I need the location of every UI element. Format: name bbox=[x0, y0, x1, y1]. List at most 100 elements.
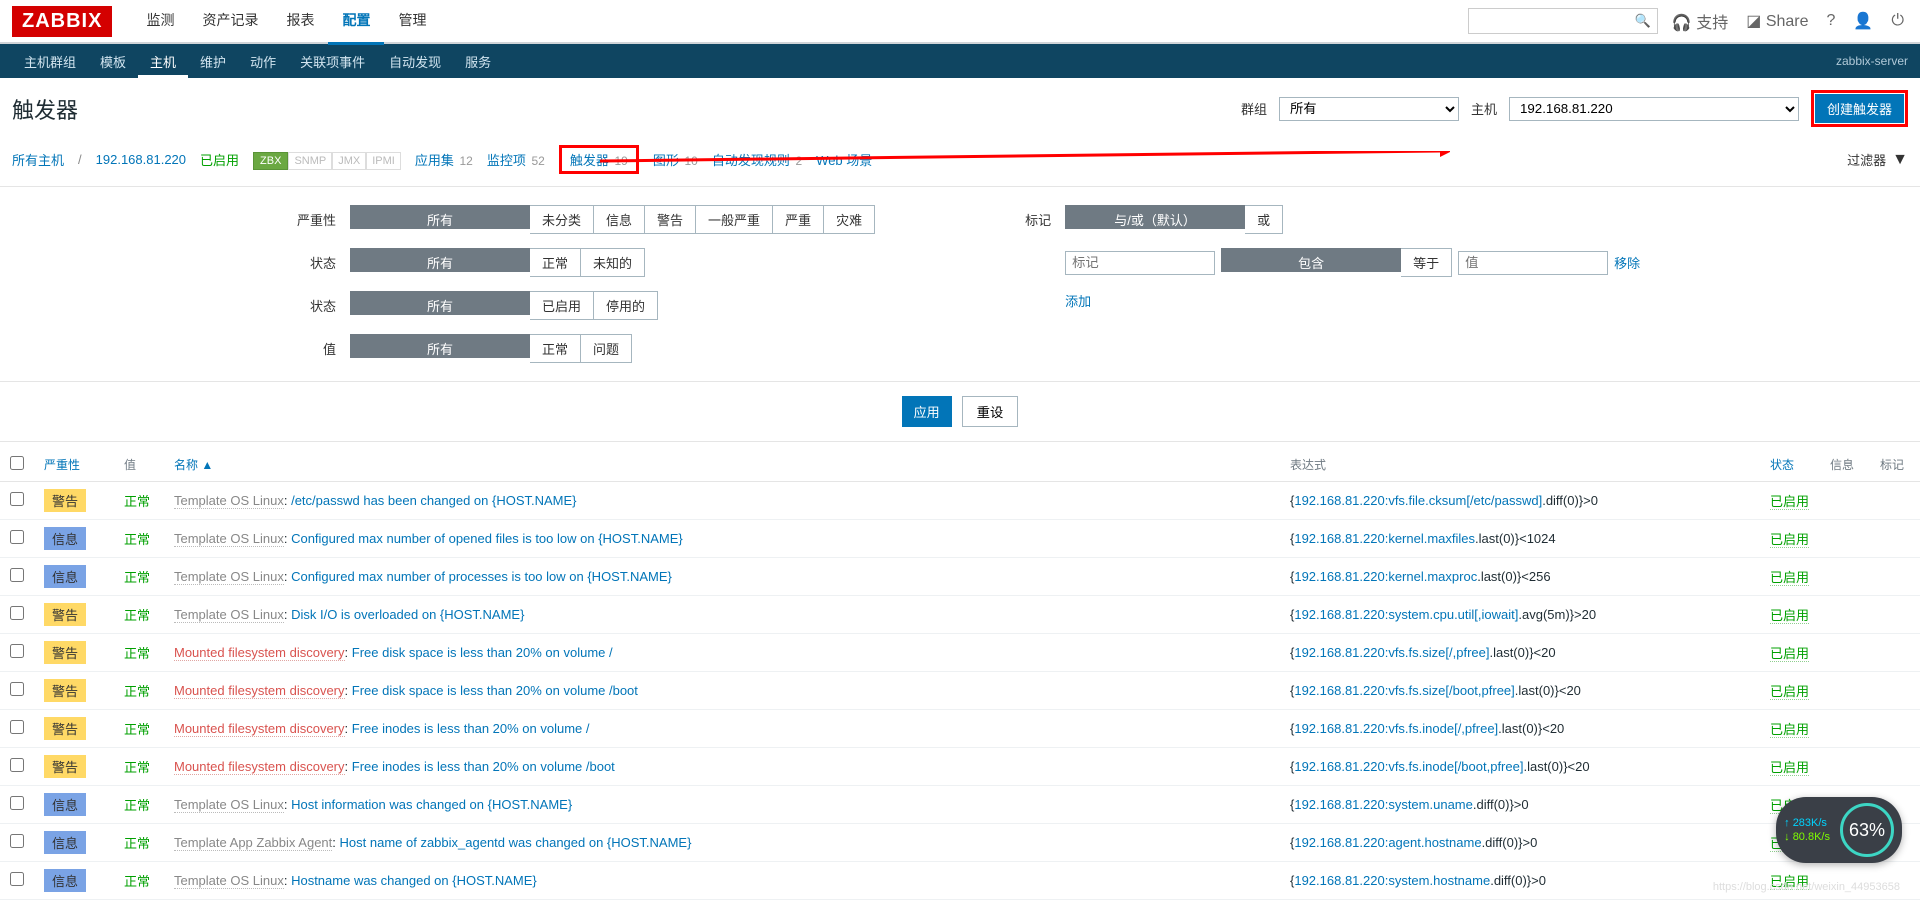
status-group[interactable]: 所有已启用停用的 bbox=[350, 291, 658, 320]
state-grp-opt-0[interactable]: 所有 bbox=[350, 248, 530, 272]
tag-mode-opt-1[interactable]: 或 bbox=[1245, 205, 1283, 234]
status-link[interactable]: 已启用 bbox=[1770, 760, 1809, 776]
expression-link[interactable]: 192.168.81.220:system.hostname bbox=[1294, 873, 1490, 888]
value-grp-opt-2[interactable]: 问题 bbox=[581, 334, 632, 363]
trigger-source[interactable]: Template OS Linux bbox=[174, 607, 284, 623]
expression-link[interactable]: 192.168.81.220:kernel.maxfiles bbox=[1294, 531, 1475, 546]
topnav-1[interactable]: 资产记录 bbox=[188, 0, 272, 42]
trigger-source[interactable]: Template OS Linux bbox=[174, 797, 284, 813]
state-grp-opt-2[interactable]: 未知的 bbox=[581, 248, 645, 277]
topnav-4[interactable]: 管理 bbox=[384, 0, 440, 42]
trigger-source[interactable]: Mounted filesystem discovery bbox=[174, 645, 345, 661]
trigger-name-link[interactable]: Free disk space is less than 20% on volu… bbox=[352, 683, 638, 698]
value-grp-opt-1[interactable]: 正常 bbox=[530, 334, 581, 363]
col-name[interactable]: 名称 ▲ bbox=[174, 458, 213, 472]
sev-grp-opt-1[interactable]: 未分类 bbox=[530, 205, 594, 234]
filter-icon[interactable]: ▼ bbox=[1892, 151, 1908, 169]
sev-grp-opt-2[interactable]: 信息 bbox=[594, 205, 645, 234]
sev-grp-opt-4[interactable]: 一般严重 bbox=[696, 205, 773, 234]
trigger-source[interactable]: Mounted filesystem discovery bbox=[174, 759, 345, 775]
trigger-source[interactable]: Mounted filesystem discovery bbox=[174, 721, 345, 737]
status-link[interactable]: 已启用 bbox=[1770, 722, 1809, 738]
tag-op-opt-1[interactable]: 等于 bbox=[1401, 248, 1452, 277]
trigger-source[interactable]: Template App Zabbix Agent bbox=[174, 835, 332, 851]
trigger-source[interactable]: Template OS Linux bbox=[174, 873, 284, 889]
trigger-name-link[interactable]: Hostname was changed on {HOST.NAME} bbox=[291, 873, 537, 888]
sev-grp-opt-0[interactable]: 所有 bbox=[350, 205, 530, 229]
value-grp-opt-0[interactable]: 所有 bbox=[350, 334, 530, 358]
trigger-name-link[interactable]: Free inodes is less than 20% on volume / bbox=[352, 721, 590, 736]
row-checkbox[interactable] bbox=[10, 872, 24, 886]
topnav-3[interactable]: 配置 bbox=[328, 0, 384, 45]
subnav-1[interactable]: 模板 bbox=[88, 47, 138, 78]
row-checkbox[interactable] bbox=[10, 682, 24, 696]
host-link-ip[interactable]: 192.168.81.220 bbox=[96, 152, 186, 167]
tab-items[interactable]: 监控项 bbox=[487, 153, 526, 168]
status-grp-opt-2[interactable]: 停用的 bbox=[594, 291, 658, 320]
trigger-name-link[interactable]: /etc/passwd has been changed on {HOST.NA… bbox=[291, 493, 576, 508]
trigger-name-link[interactable]: Host name of zabbix_agentd was changed o… bbox=[340, 835, 692, 850]
trigger-source[interactable]: Template OS Linux bbox=[174, 569, 284, 585]
expression-link[interactable]: 192.168.81.220:agent.hostname bbox=[1294, 835, 1481, 850]
trigger-source[interactable]: Mounted filesystem discovery bbox=[174, 683, 345, 699]
reset-button[interactable]: 重设 bbox=[962, 396, 1019, 427]
row-checkbox[interactable] bbox=[10, 796, 24, 810]
trigger-source[interactable]: Template OS Linux bbox=[174, 493, 284, 509]
expression-link[interactable]: 192.168.81.220:system.uname bbox=[1294, 797, 1473, 812]
share-link[interactable]: ◪ Share bbox=[1742, 7, 1812, 35]
expression-link[interactable]: 192.168.81.220:vfs.fs.size[/boot,pfree] bbox=[1294, 683, 1514, 698]
value-group[interactable]: 所有正常问题 bbox=[350, 334, 632, 363]
group-select[interactable]: 所有 bbox=[1279, 97, 1459, 121]
tag-op-opt-0[interactable]: 包含 bbox=[1221, 248, 1401, 272]
host-select[interactable]: 192.168.81.220 bbox=[1509, 97, 1799, 121]
status-grp-opt-1[interactable]: 已启用 bbox=[530, 291, 594, 320]
user-icon[interactable]: 👤 bbox=[1849, 7, 1877, 35]
subnav-4[interactable]: 动作 bbox=[238, 47, 288, 78]
status-link[interactable]: 已启用 bbox=[1770, 532, 1809, 548]
create-trigger-button[interactable]: 创建触发器 bbox=[1815, 94, 1904, 123]
trigger-name-link[interactable]: Configured max number of processes is to… bbox=[291, 569, 672, 584]
tab-graphs[interactable]: 图形 bbox=[653, 153, 679, 168]
expression-link[interactable]: 192.168.81.220:system.cpu.util[,iowait] bbox=[1294, 607, 1518, 622]
support-link[interactable]: 🎧 支持 bbox=[1668, 5, 1732, 37]
search-input[interactable]: 🔍 bbox=[1468, 8, 1658, 34]
trigger-name-link[interactable]: Disk I/O is overloaded on {HOST.NAME} bbox=[291, 607, 524, 622]
subnav-2[interactable]: 主机 bbox=[138, 47, 188, 78]
tag-remove-link[interactable]: 移除 bbox=[1614, 253, 1640, 272]
row-checkbox[interactable] bbox=[10, 530, 24, 544]
subnav-3[interactable]: 维护 bbox=[188, 47, 238, 78]
row-checkbox[interactable] bbox=[10, 492, 24, 506]
tag-mode-group[interactable]: 与/或（默认）或 bbox=[1065, 205, 1283, 234]
severity-group[interactable]: 所有未分类信息警告一般严重严重灾难 bbox=[350, 205, 875, 234]
topnav-0[interactable]: 监测 bbox=[132, 0, 188, 42]
row-checkbox[interactable] bbox=[10, 606, 24, 620]
row-checkbox[interactable] bbox=[10, 758, 24, 772]
status-link[interactable]: 已启用 bbox=[1770, 608, 1809, 624]
expression-link[interactable]: 192.168.81.220:vfs.fs.size[/,pfree] bbox=[1294, 645, 1489, 660]
power-icon[interactable]: ⏻ bbox=[1887, 8, 1908, 34]
logo[interactable]: ZABBIX bbox=[12, 6, 112, 37]
tab-triggers[interactable]: 触发器 bbox=[570, 153, 609, 168]
subnav-0[interactable]: 主机群组 bbox=[12, 47, 88, 78]
subnav-5[interactable]: 关联项事件 bbox=[288, 47, 377, 78]
expression-link[interactable]: 192.168.81.220:vfs.file.cksum[/etc/passw… bbox=[1294, 493, 1542, 508]
tag-value-input[interactable] bbox=[1458, 251, 1608, 275]
status-link[interactable]: 已启用 bbox=[1770, 570, 1809, 586]
row-checkbox[interactable] bbox=[10, 644, 24, 658]
expression-link[interactable]: 192.168.81.220:kernel.maxproc bbox=[1294, 569, 1477, 584]
select-all-checkbox[interactable] bbox=[10, 456, 24, 470]
topnav-2[interactable]: 报表 bbox=[272, 0, 328, 42]
trigger-name-link[interactable]: Configured max number of opened files is… bbox=[291, 531, 683, 546]
state-grp-opt-1[interactable]: 正常 bbox=[530, 248, 581, 277]
tag-op-group[interactable]: 包含等于 bbox=[1221, 248, 1452, 277]
tab-apps[interactable]: 应用集 bbox=[415, 153, 454, 168]
tab-discovery[interactable]: 自动发现规则 bbox=[712, 153, 790, 168]
row-checkbox[interactable] bbox=[10, 568, 24, 582]
subnav-7[interactable]: 服务 bbox=[453, 47, 503, 78]
trigger-source[interactable]: Template OS Linux bbox=[174, 531, 284, 547]
sev-grp-opt-6[interactable]: 灾难 bbox=[824, 205, 875, 234]
expression-link[interactable]: 192.168.81.220:vfs.fs.inode[/boot,pfree] bbox=[1294, 759, 1523, 774]
state-group[interactable]: 所有正常未知的 bbox=[350, 248, 645, 277]
col-severity[interactable]: 严重性 bbox=[44, 458, 80, 472]
tag-add-link[interactable]: 添加 bbox=[1065, 291, 1091, 310]
